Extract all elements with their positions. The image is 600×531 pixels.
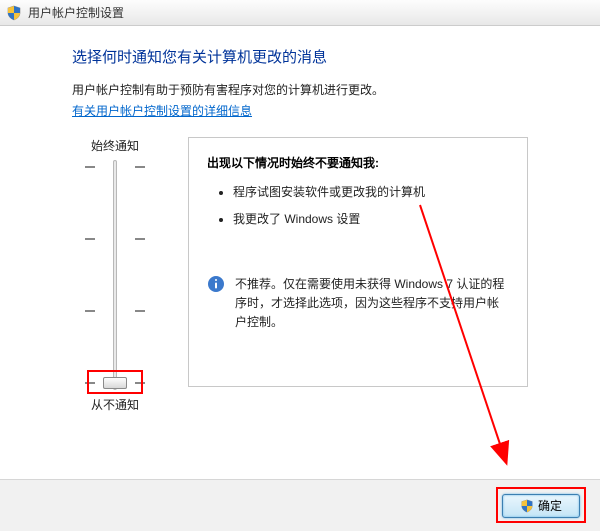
info-panel: 出现以下情况时始终不要通知我: 程序试图安装软件或更改我的计算机 我更改了 Wi… [188, 137, 528, 387]
info-item: 程序试图安装软件或更改我的计算机 [233, 183, 509, 200]
ok-button[interactable]: 确定 [502, 494, 580, 518]
info-item: 我更改了 Windows 设置 [233, 210, 509, 227]
info-icon [207, 275, 225, 293]
page-description: 用户帐户控制有助于预防有害程序对您的计算机进行更改。 [72, 81, 528, 98]
ok-button-label: 确定 [538, 497, 562, 514]
uac-shield-icon [6, 5, 22, 21]
recommendation-text: 不推荐。仅在需要使用未获得 Windows 7 认证的程序时，才选择此选项，因为… [235, 275, 509, 333]
info-title: 出现以下情况时始终不要通知我: [207, 154, 509, 171]
notification-slider[interactable]: 始终通知 从不通知 [72, 137, 158, 413]
slider-thumb[interactable] [103, 377, 127, 389]
slider-label-always: 始终通知 [72, 137, 158, 154]
help-link[interactable]: 有关用户帐户控制设置的详细信息 [72, 102, 252, 119]
bottom-bar: 确定 [0, 479, 600, 531]
content-area: 选择何时通知您有关计算机更改的消息 用户帐户控制有助于预防有害程序对您的计算机进… [0, 26, 600, 413]
info-list: 程序试图安装软件或更改我的计算机 我更改了 Windows 设置 [207, 183, 509, 227]
slider-label-never: 从不通知 [72, 396, 158, 413]
page-heading: 选择何时通知您有关计算机更改的消息 [72, 46, 528, 67]
titlebar: 用户帐户控制设置 [0, 0, 600, 26]
slider-track[interactable] [113, 160, 117, 390]
window-title: 用户帐户控制设置 [28, 4, 124, 21]
uac-shield-icon [520, 499, 534, 513]
